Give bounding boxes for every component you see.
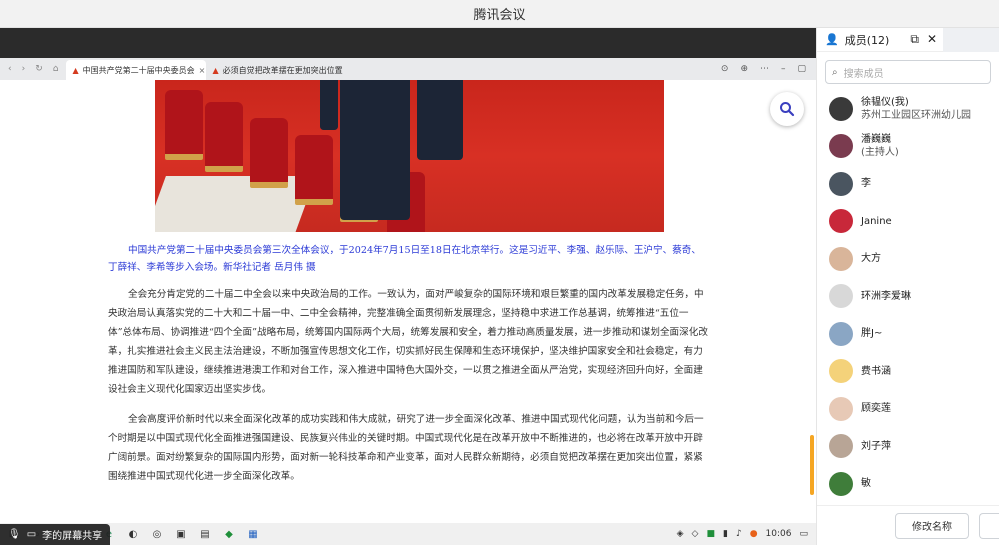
member-item[interactable]: 顾奕莲: [817, 390, 999, 428]
tray-icon[interactable]: ■: [706, 529, 715, 539]
remote-browser-window: ‹ › ↻ ⌂ ▲ 中国共产党第二十届中央委员会 × ▲ 必须自觉把改革摆在更加…: [0, 58, 816, 523]
member-item[interactable]: Janine: [817, 203, 999, 241]
maximize-icon[interactable]: ▢: [797, 64, 806, 74]
member-name: 敏: [861, 478, 871, 490]
browser-tab-1[interactable]: ▲ 中国共产党第二十届中央委员会 ×: [66, 60, 207, 80]
article-page: 中国共产党第二十届中央委员会第三次全体会议，于2024年7月15日至18日在北京…: [0, 80, 816, 523]
tab-label: 必须自觉把改革摆在更加突出位置: [222, 65, 343, 75]
member-name: 徐韫仪(我): [861, 96, 909, 108]
panel-side-tab[interactable]: [943, 27, 999, 52]
more-button[interactable]: [979, 512, 999, 539]
members-panel: 👤 成员(12) ⧉ ✕ ⌕ 搜索成员 徐韫仪(我) 苏州工业园区环洲幼儿园 潘巍巍…: [816, 27, 999, 545]
member-name: 刘子萍: [861, 440, 891, 452]
notification-icon[interactable]: ▭: [799, 529, 808, 539]
browser-tabbar: ‹ › ↻ ⌂ ▲ 中国共产党第二十届中央委员会 × ▲ 必须自觉把改革摆在更加…: [0, 58, 816, 80]
app-icon[interactable]: ◐: [126, 527, 140, 541]
app-icon[interactable]: ▤: [198, 527, 212, 541]
avatar: [829, 359, 853, 384]
avatar: [829, 284, 853, 309]
member-item[interactable]: 李: [817, 165, 999, 203]
party-emblem-icon: ▲: [212, 65, 219, 75]
member-name: 李: [861, 178, 871, 190]
tray-icon[interactable]: ♪: [736, 529, 742, 539]
system-tray: ◈ ◇ ■ ▮ ♪ ● 10:06 ▭: [677, 529, 816, 539]
rename-button[interactable]: 修改名称: [895, 512, 969, 539]
remote-desktop-topbar: [0, 28, 816, 58]
search-button[interactable]: [770, 92, 804, 126]
forward-icon[interactable]: ›: [22, 64, 26, 74]
window-title: 腾讯会议: [473, 8, 526, 23]
avatar: [829, 434, 853, 459]
member-list: 徐韫仪(我) 苏州工业园区环洲幼儿园 潘巍巍 (主持人) 李 Janine 大方 环洲李爱琳胖…: [817, 90, 999, 503]
share-label: 李的屏幕共享: [42, 531, 103, 542]
article-photo: [155, 80, 664, 232]
search-icon: [780, 102, 795, 117]
tab-label: 中国共产党第二十届中央委员会: [82, 65, 195, 75]
tray-icon[interactable]: ▮: [723, 529, 728, 539]
page-scrollbar[interactable]: [810, 435, 814, 495]
back-icon[interactable]: ‹: [8, 64, 12, 74]
minimize-icon[interactable]: –: [781, 64, 786, 74]
member-item[interactable]: 潘巍巍 (主持人): [817, 128, 999, 166]
clock[interactable]: 10:06: [766, 529, 792, 539]
tray-icon[interactable]: ◈: [677, 529, 684, 539]
reload-icon[interactable]: ↻: [35, 64, 43, 74]
member-subtitle: 苏州工业园区环洲幼儿园: [861, 109, 971, 121]
title-bar: 腾讯会议: [0, 0, 999, 28]
people-icon: 👤: [825, 33, 839, 46]
article-paragraph: 全会充分肯定党的二十届二中全会以来中央政治局的工作。一致认为，面对严峻复杂的国际…: [108, 289, 708, 395]
member-name: Janine: [861, 215, 892, 227]
popout-icon[interactable]: ⧉: [910, 32, 919, 47]
members-count: 成员(12): [844, 33, 890, 47]
browser-tab-2[interactable]: ▲ 必须自觉把改革摆在更加突出位置 ⌕: [206, 60, 346, 80]
tray-icon[interactable]: ◇: [692, 529, 699, 539]
avatar: [829, 134, 853, 159]
search-placeholder: 搜索成员: [843, 68, 884, 80]
microphone-icon: 🎙: [8, 529, 21, 540]
panel-footer: 修改名称: [817, 505, 999, 545]
member-item[interactable]: 环洲李爱琳: [817, 278, 999, 316]
member-name: 环洲李爱琳: [861, 290, 911, 302]
member-name: 费书涵: [861, 365, 891, 377]
avatar: [829, 96, 853, 121]
member-item[interactable]: 胖J~: [817, 315, 999, 353]
download-icon[interactable]: ⊙: [721, 64, 729, 74]
avatar: [829, 246, 853, 271]
tray-icon[interactable]: ●: [750, 529, 758, 539]
photo-caption: 中国共产党第二十届中央委员会第三次全体会议，于2024年7月15日至18日在北京…: [108, 245, 701, 273]
avatar: [829, 471, 853, 496]
member-name: 潘巍巍: [861, 134, 891, 146]
members-header: 👤 成员(12) ⧉ ✕: [817, 27, 999, 52]
app-icon[interactable]: ▦: [246, 527, 260, 541]
avatar: [829, 171, 853, 196]
member-name: 大方: [861, 253, 881, 265]
app-icon[interactable]: ◆: [222, 527, 236, 541]
member-item[interactable]: 敏: [817, 465, 999, 503]
search-icon: ⌕: [832, 66, 838, 78]
avatar: [829, 209, 853, 234]
shared-screen: ‹ › ↻ ⌂ ▲ 中国共产党第二十届中央委员会 × ▲ 必须自觉把改革摆在更加…: [0, 28, 816, 545]
globe-icon[interactable]: ⊕: [740, 64, 748, 74]
article-paragraph: 全会高度评价新时代以来全面深化改革的成功实践和伟大成就，研究了进一步全面深化改革…: [108, 414, 704, 482]
home-icon[interactable]: ⌂: [53, 64, 59, 74]
member-item[interactable]: 费书涵: [817, 353, 999, 391]
avatar: [829, 396, 853, 421]
member-search-input[interactable]: ⌕ 搜索成员: [825, 60, 991, 84]
avatar: [829, 321, 853, 346]
close-icon[interactable]: ✕: [927, 32, 937, 47]
member-subtitle: (主持人): [861, 147, 899, 159]
app-icon[interactable]: ◎: [150, 527, 164, 541]
close-tab-icon[interactable]: ×: [199, 66, 206, 75]
screen-icon: ▭: [26, 529, 37, 540]
member-name: 顾奕莲: [861, 403, 891, 415]
member-item[interactable]: 徐韫仪(我) 苏州工业园区环洲幼儿园: [817, 90, 999, 128]
app-icon[interactable]: ▣: [174, 527, 188, 541]
member-item[interactable]: 刘子萍: [817, 428, 999, 466]
remote-taskbar: ⊞ ⌕ ❖ ▰ e ◐ ◎ ▣ ▤ ◆ ▦ ◈ ◇ ■ ▮ ♪ ● 10:06 …: [0, 523, 816, 545]
member-item[interactable]: 大方: [817, 240, 999, 278]
party-emblem-icon: ▲: [72, 65, 79, 75]
screen-share-badge[interactable]: 🎙 ▭ 李的屏幕共享: [0, 524, 111, 545]
member-name: 胖J~: [861, 328, 883, 340]
more-icon[interactable]: ⋯: [760, 64, 769, 74]
